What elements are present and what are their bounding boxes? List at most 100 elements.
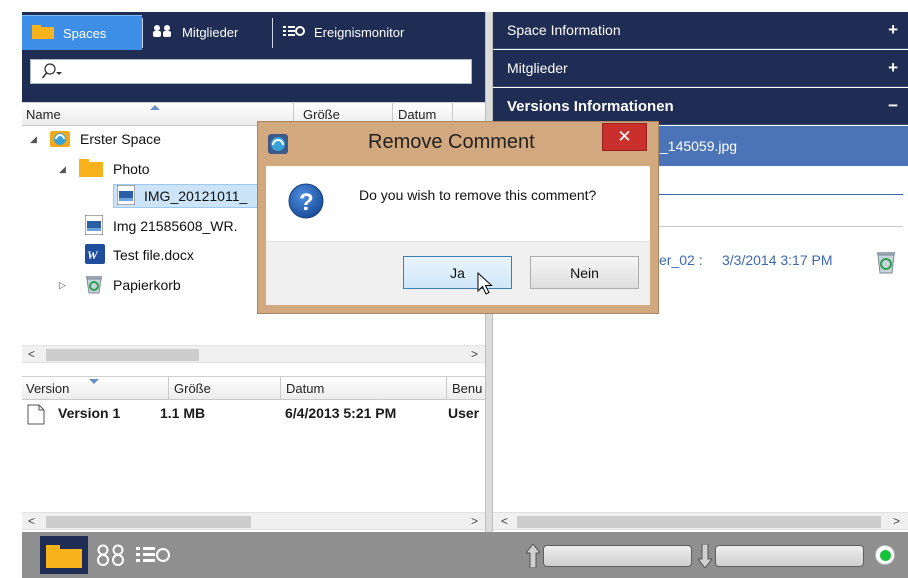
section-mitglieder[interactable]: Mitglieder +	[493, 50, 908, 87]
column-date[interactable]: Datum	[398, 107, 436, 122]
dialog-title: Remove Comment	[368, 131, 535, 153]
tree-item-label: Img 21585608_WR.	[113, 218, 238, 234]
bottom-toolbar	[22, 532, 908, 578]
question-icon: ?	[288, 183, 324, 222]
download-progress	[715, 545, 864, 567]
version-date: 6/4/2013 5:21 PM	[285, 405, 397, 421]
members-view-icon[interactable]	[96, 544, 126, 569]
tab-mitglieder[interactable]: Mitglieder	[143, 15, 271, 50]
section-space-information[interactable]: Space Information +	[493, 12, 908, 49]
download-icon	[696, 543, 714, 571]
divider-line	[653, 194, 903, 195]
dialog-close-button[interactable]: ✕	[602, 123, 647, 151]
section-versions-informationen[interactable]: Versions Informationen −	[493, 88, 908, 125]
remove-comment-dialog: Remove Comment ✕ ? Do you wish to remove…	[257, 121, 659, 314]
dialog-titlebar[interactable]: Remove Comment ✕	[258, 122, 658, 166]
scroll-left-icon[interactable]: <	[501, 514, 508, 528]
collapse-icon[interactable]: −	[888, 96, 898, 116]
dialog-body: ? Do you wish to remove this comment?	[266, 166, 650, 242]
section-label: Space Information	[507, 22, 621, 38]
folder-icon	[79, 158, 103, 181]
scroll-right-icon[interactable]: >	[471, 514, 478, 528]
column-user[interactable]: Benu	[452, 381, 482, 396]
tree-item-photo[interactable]: ◢ Photo	[59, 157, 150, 181]
document-icon	[27, 404, 45, 428]
scroll-thumb[interactable]	[46, 349, 199, 361]
upload-icon	[524, 543, 542, 571]
no-button[interactable]: Nein	[530, 256, 639, 289]
version-size: 1.1 MB	[160, 405, 206, 421]
comment-author: er_02 :	[659, 252, 703, 268]
column-date[interactable]: Datum	[286, 381, 324, 396]
section-label: Mitglieder	[507, 60, 568, 76]
mouse-cursor-icon	[477, 271, 493, 299]
expand-icon[interactable]: ▷	[59, 280, 69, 291]
search-icon[interactable]	[41, 63, 63, 82]
search-field[interactable]	[30, 59, 472, 84]
tree-item-label: Test file.docx	[113, 247, 194, 263]
dialog-message: Do you wish to remove this comment?	[359, 187, 597, 203]
image-file-icon	[84, 214, 104, 238]
members-icon	[153, 25, 173, 40]
file-list-hscroll[interactable]: < >	[22, 345, 485, 363]
folder-icon	[46, 544, 82, 571]
column-size[interactable]: Größe	[174, 381, 211, 396]
column-name[interactable]: Name	[26, 107, 61, 122]
tab-ereignismonitor-label: Ereignismonitor	[314, 25, 405, 40]
comment-date: 3/3/2014 3:17 PM	[722, 252, 833, 268]
divider-line	[653, 226, 903, 227]
yes-button[interactable]: Ja	[403, 256, 512, 289]
upload-progress	[543, 545, 692, 567]
event-monitor-view-icon[interactable]	[135, 545, 171, 568]
tab-spaces[interactable]: Spaces	[22, 15, 142, 50]
tab-spaces-label: Spaces	[63, 25, 107, 41]
column-size[interactable]: Größe	[303, 107, 340, 122]
tree-item-label: Photo	[113, 161, 150, 177]
spaces-view-button[interactable]	[40, 536, 88, 574]
version-list-header: Version Größe Datum Benu	[22, 376, 485, 400]
column-version[interactable]: Version	[26, 381, 69, 396]
collapse-icon[interactable]: ◢	[30, 134, 40, 145]
sort-desc-icon	[89, 379, 99, 384]
search-bar	[22, 50, 485, 102]
tree-item-label: Papierkorb	[113, 277, 181, 293]
scroll-right-icon[interactable]: >	[471, 347, 478, 361]
expand-icon[interactable]: +	[888, 58, 898, 78]
search-input[interactable]	[67, 62, 467, 81]
tab-ereignismonitor[interactable]: Ereignismonitor	[273, 15, 443, 50]
collapse-icon[interactable]: ◢	[59, 164, 69, 175]
right-hscroll[interactable]: < >	[493, 512, 908, 530]
tree-item-test-file[interactable]: W Test file.docx	[85, 243, 194, 267]
version-row[interactable]: Version 1 1.1 MB 6/4/2013 5:21 PM User	[22, 404, 485, 425]
version-list-hscroll[interactable]: < >	[22, 512, 485, 530]
version-name: Version 1	[58, 405, 121, 421]
connection-status-icon	[875, 545, 895, 565]
image-file-icon	[116, 184, 136, 208]
scroll-left-icon[interactable]: <	[28, 347, 35, 361]
tree-item-img-21585608[interactable]: Img 21585608_WR.	[84, 214, 238, 238]
scroll-right-icon[interactable]: >	[893, 514, 900, 528]
column-divider[interactable]	[280, 377, 281, 400]
sort-asc-icon	[150, 105, 160, 110]
svg-text:?: ?	[299, 189, 314, 216]
tree-item-erster-space[interactable]: ◢ Erster Space	[30, 127, 161, 151]
delete-comment-icon[interactable]	[876, 250, 896, 277]
svg-text:W: W	[87, 248, 99, 262]
expand-icon[interactable]: +	[888, 20, 898, 40]
scroll-thumb[interactable]	[517, 516, 881, 528]
column-divider[interactable]	[168, 377, 169, 400]
scroll-thumb[interactable]	[46, 516, 251, 528]
word-file-icon: W	[85, 243, 105, 267]
app-icon	[268, 134, 288, 157]
column-divider[interactable]	[446, 377, 447, 400]
selected-file-name: _145059.jpg	[660, 138, 738, 154]
event-monitor-icon	[283, 25, 305, 40]
scroll-left-icon[interactable]: <	[28, 514, 35, 528]
dialog-footer: Ja Nein	[266, 241, 650, 305]
tree-item-papierkorb[interactable]: ▷ Papierkorb	[59, 273, 181, 297]
tab-mitglieder-label: Mitglieder	[182, 25, 239, 40]
left-tab-bar: Spaces Mitglieder Ereignismonitor	[22, 12, 485, 50]
section-label: Versions Informationen	[507, 97, 674, 115]
tree-item-label: IMG_20121011_	[144, 188, 248, 204]
folder-icon	[32, 24, 54, 42]
